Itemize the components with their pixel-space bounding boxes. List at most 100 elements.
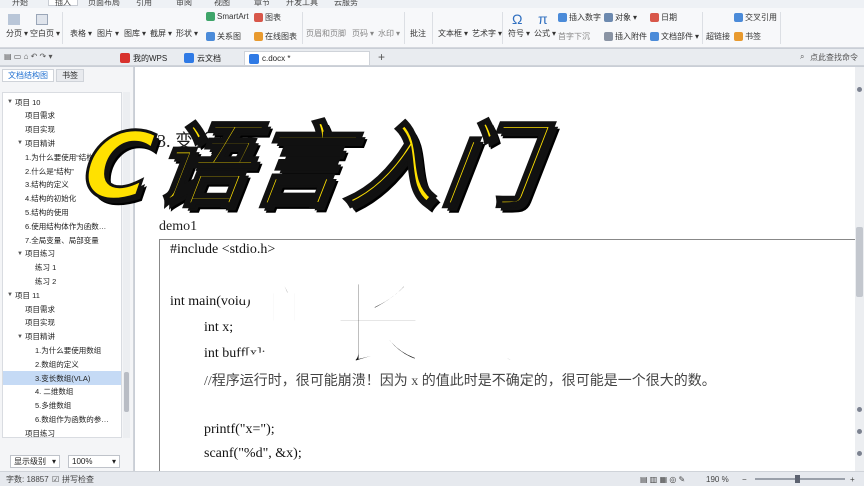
tree-node[interactable]: ▼ 项目精讲 bbox=[3, 330, 121, 344]
tree-node[interactable]: 4. 二维数组 bbox=[3, 385, 121, 399]
tree-node-label: 5.结构的使用 bbox=[25, 207, 69, 217]
menu-insert[interactable]: 插入 bbox=[48, 0, 78, 7]
ribbon-blank-page[interactable]: 空白页 ▾ bbox=[30, 28, 60, 39]
ribbon-symbol[interactable]: 符号 ▾ bbox=[508, 28, 530, 39]
tree-node[interactable]: 2.数组的定义 bbox=[3, 357, 121, 371]
expand-triangle-icon[interactable]: ▼ bbox=[17, 334, 25, 340]
tree-node[interactable]: 1.为什么要使用数组 bbox=[3, 343, 121, 357]
tree-node-label: 项目需求 bbox=[25, 111, 55, 121]
menu-start[interactable]: 开始 bbox=[12, 0, 28, 8]
word-count[interactable]: 字数: 18857 bbox=[6, 474, 49, 485]
tree-node-label: 6.数组作为函数的参… bbox=[35, 414, 109, 424]
ribbon-object[interactable]: 对象 ▾ bbox=[604, 12, 637, 23]
tree-node-label: 2.数组的定义 bbox=[35, 359, 79, 369]
tree-node-label: 项目精讲 bbox=[25, 332, 55, 342]
zoom-in-button[interactable]: + bbox=[850, 475, 855, 484]
menu-cloud[interactable]: 云服务 bbox=[334, 0, 358, 8]
ribbon-relation[interactable]: 关系图 bbox=[206, 31, 241, 42]
ribbon-picture[interactable]: 图片 ▾ bbox=[97, 28, 119, 39]
tree-node[interactable]: ▼ 项目 11 bbox=[3, 288, 121, 302]
ribbon-textbox[interactable]: 文本框 ▾ bbox=[438, 28, 468, 39]
ribbon-shape[interactable]: 形状 ▾ bbox=[176, 28, 198, 39]
expand-triangle-icon[interactable]: ▼ bbox=[7, 99, 15, 105]
tree-node-label: 练习 1 bbox=[35, 263, 57, 273]
view-mode-icons[interactable]: ▤ ▥ ▦ ◎ ✎ bbox=[640, 475, 685, 484]
ribbon-hyperlink[interactable]: 超链接 bbox=[706, 31, 730, 42]
ribbon-insert-number[interactable]: 插入数字 bbox=[558, 12, 601, 23]
spellcheck-icon: ☑ bbox=[52, 474, 60, 484]
tree-node[interactable]: 项目需求 bbox=[3, 302, 121, 316]
status-bar: 字数: 18857 ☑ 拼写检查 ▤ ▥ ▦ ◎ ✎ 190 % − + bbox=[0, 471, 864, 486]
tree-node[interactable]: 3.变长数组(VLA) bbox=[3, 371, 121, 385]
menu-devtools[interactable]: 开发工具 bbox=[286, 0, 318, 8]
ribbon-cross-ref[interactable]: 交叉引用 bbox=[734, 12, 777, 23]
ribbon-smartart[interactable]: SmartArt bbox=[206, 12, 249, 21]
ribbon-comment[interactable]: 批注 bbox=[410, 28, 426, 39]
ribbon-doc-parts[interactable]: 文档部件 ▾ bbox=[650, 31, 699, 42]
ribbon-online-chart[interactable]: 在线图表 bbox=[254, 31, 297, 42]
tree-node[interactable]: 7.全局变量、局部变量 bbox=[3, 233, 121, 247]
ribbon-wordart[interactable]: 艺术字 ▾ bbox=[472, 28, 502, 39]
tree-node[interactable]: 练习 1 bbox=[3, 261, 121, 275]
chart-icon bbox=[254, 13, 263, 22]
ribbon-gallery[interactable]: 图库 ▾ bbox=[124, 28, 146, 39]
menu-bar: 开始 插入 页面布局 引用 审阅 视图 章节 开发工具 云服务 bbox=[0, 0, 864, 8]
tab-document-map[interactable]: 文档结构图 bbox=[2, 69, 54, 82]
tree-node[interactable]: 项目练习 bbox=[3, 426, 121, 437]
number-icon bbox=[558, 13, 567, 22]
tree-node[interactable]: 项目实现 bbox=[3, 316, 121, 330]
ribbon-attachment[interactable]: 插入附件 bbox=[604, 31, 647, 42]
attachment-icon bbox=[604, 32, 613, 41]
doc-parts-icon bbox=[650, 32, 659, 41]
tree-node-label: 项目精讲 bbox=[25, 138, 55, 148]
ribbon-page-number[interactable]: 页码 ▾ bbox=[352, 28, 374, 39]
ribbon-drop-cap[interactable]: 首字下沉 bbox=[558, 31, 590, 42]
spellcheck-toggle[interactable]: 拼写检查 bbox=[62, 474, 94, 485]
tree-node[interactable]: 6.数组作为函数的参… bbox=[3, 412, 121, 426]
expand-triangle-icon[interactable]: ▼ bbox=[17, 140, 25, 146]
code-line: scanf("%d", &x); bbox=[204, 446, 302, 461]
tab-c-docx[interactable]: c.docx * bbox=[244, 51, 370, 65]
tab-bookmarks[interactable]: 书签 bbox=[56, 69, 84, 82]
tab-cloud-docs[interactable]: 云文档 bbox=[180, 51, 225, 65]
ribbon-formula[interactable]: 公式 ▾ bbox=[534, 28, 556, 39]
menu-view[interactable]: 视图 bbox=[214, 0, 230, 8]
smartart-icon bbox=[206, 12, 215, 21]
overlay-subtitle: 变长数组 bbox=[236, 271, 615, 382]
ribbon-bookmark[interactable]: 书签 bbox=[734, 31, 761, 42]
expand-triangle-icon[interactable]: ▼ bbox=[17, 251, 25, 257]
ribbon-toolbar: 分页 ▾ 空白页 ▾ 表格 ▾ 图片 ▾ 图库 ▾ 截屏 ▾ 形状 ▾ SmartArt 图表… bbox=[0, 8, 864, 48]
tab-my-wps[interactable]: 我的WPS bbox=[116, 51, 171, 65]
zoom-slider[interactable] bbox=[755, 475, 845, 483]
level-select[interactable]: 显示级别 ▾ bbox=[10, 455, 61, 468]
ribbon-watermark[interactable]: 水印 ▾ bbox=[378, 28, 400, 39]
tree-node-label: 4. 二维数组 bbox=[35, 387, 74, 397]
nav-zoom-select[interactable]: 100% ▾ bbox=[68, 455, 121, 468]
command-search[interactable]: 点此查找命令 bbox=[810, 52, 858, 63]
tree-node[interactable]: ▼ 项目练习 bbox=[3, 247, 121, 261]
wps-logo-icon bbox=[120, 53, 130, 63]
menu-reference[interactable]: 引用 bbox=[136, 0, 152, 8]
zoom-out-button[interactable]: − bbox=[742, 475, 747, 484]
tree-node-label: 项目需求 bbox=[25, 304, 55, 314]
ribbon-header-footer[interactable]: 页眉和页脚 bbox=[306, 28, 346, 39]
ribbon-date[interactable]: 日期 bbox=[650, 12, 677, 23]
chevron-down-icon: ▾ bbox=[112, 457, 117, 466]
ribbon-page-break[interactable]: 分页 ▾ bbox=[6, 28, 28, 39]
pi-icon: π bbox=[538, 11, 548, 27]
document-scrollbar[interactable] bbox=[855, 67, 864, 471]
cross-ref-icon bbox=[734, 13, 743, 22]
ribbon-chart[interactable]: 图表 bbox=[254, 12, 281, 23]
quick-access-toolbar[interactable]: ▤ ▭ ⌂ ↶ ↷ ▾ bbox=[4, 52, 52, 61]
menu-layout[interactable]: 页面布局 bbox=[88, 0, 120, 8]
add-tab-button[interactable]: + bbox=[378, 50, 385, 64]
tree-node[interactable]: 练习 2 bbox=[3, 274, 121, 288]
search-icon[interactable]: ⌕ bbox=[800, 52, 804, 62]
zoom-level[interactable]: 190 % bbox=[706, 475, 729, 484]
ribbon-screenshot[interactable]: 截屏 ▾ bbox=[150, 28, 172, 39]
expand-triangle-icon[interactable]: ▼ bbox=[7, 292, 15, 298]
menu-chapter[interactable]: 章节 bbox=[254, 0, 270, 8]
tree-node[interactable]: 5.多维数组 bbox=[3, 399, 121, 413]
menu-review[interactable]: 审阅 bbox=[176, 0, 192, 8]
ribbon-table[interactable]: 表格 ▾ bbox=[70, 28, 92, 39]
